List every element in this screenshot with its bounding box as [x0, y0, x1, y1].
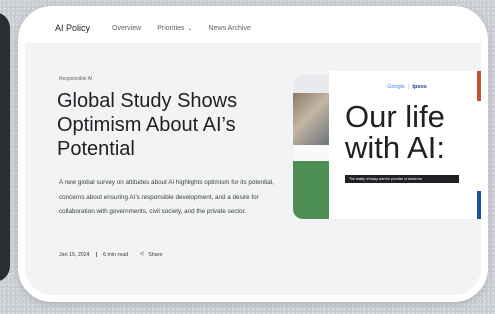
logo-divider: |: [407, 84, 410, 90]
cover-banner: The reality of today and the promise of …: [345, 175, 459, 183]
top-nav: AI Policy Overview Priorities ⌄ News Arch…: [25, 13, 481, 43]
article-card[interactable]: AI Policy Overview Priorities ⌄ News Arch…: [18, 6, 488, 302]
report-cover: Google | Ipsos Our life with AI: The reali…: [329, 71, 481, 219]
white-block: [477, 101, 481, 191]
publish-date: Jan 15, 2024: [59, 251, 90, 258]
share-icon[interactable]: <: [140, 251, 144, 258]
google-logo: Google: [387, 84, 405, 90]
nav-link-news-archive[interactable]: News Archive: [208, 25, 250, 32]
nav-link-priorities[interactable]: Priorities ⌄: [157, 25, 192, 32]
share-button[interactable]: Share: [148, 252, 162, 258]
article-description: A new global survey on attitudes about A…: [59, 179, 274, 215]
ipsos-logo: Ipsos: [412, 84, 427, 90]
cover-color-edge: [477, 71, 481, 219]
category-tag[interactable]: Responsible AI: [59, 76, 92, 82]
article-meta: Jan 15, 2024 | 6 min read < Share: [59, 251, 162, 258]
cover-headline: Our life with AI:: [345, 99, 445, 165]
site-brand[interactable]: AI Policy: [55, 23, 90, 33]
article-title[interactable]: Global Study Shows Optimism About AI’s P…: [57, 89, 272, 161]
chevron-down-icon: ⌄: [187, 25, 193, 32]
blue-block: [477, 191, 481, 219]
cover-logos: Google | Ipsos: [329, 84, 481, 90]
orange-block: [477, 71, 481, 101]
read-time: 6 min read: [103, 251, 129, 258]
nav-link-priorities-label: Priorities: [157, 24, 185, 32]
hero-image[interactable]: Google | Ipsos Our life with AI: The reali…: [289, 71, 481, 219]
adjacent-card-edge: [0, 12, 10, 282]
meta-separator: |: [95, 251, 98, 258]
nav-link-overview[interactable]: Overview: [112, 25, 141, 32]
